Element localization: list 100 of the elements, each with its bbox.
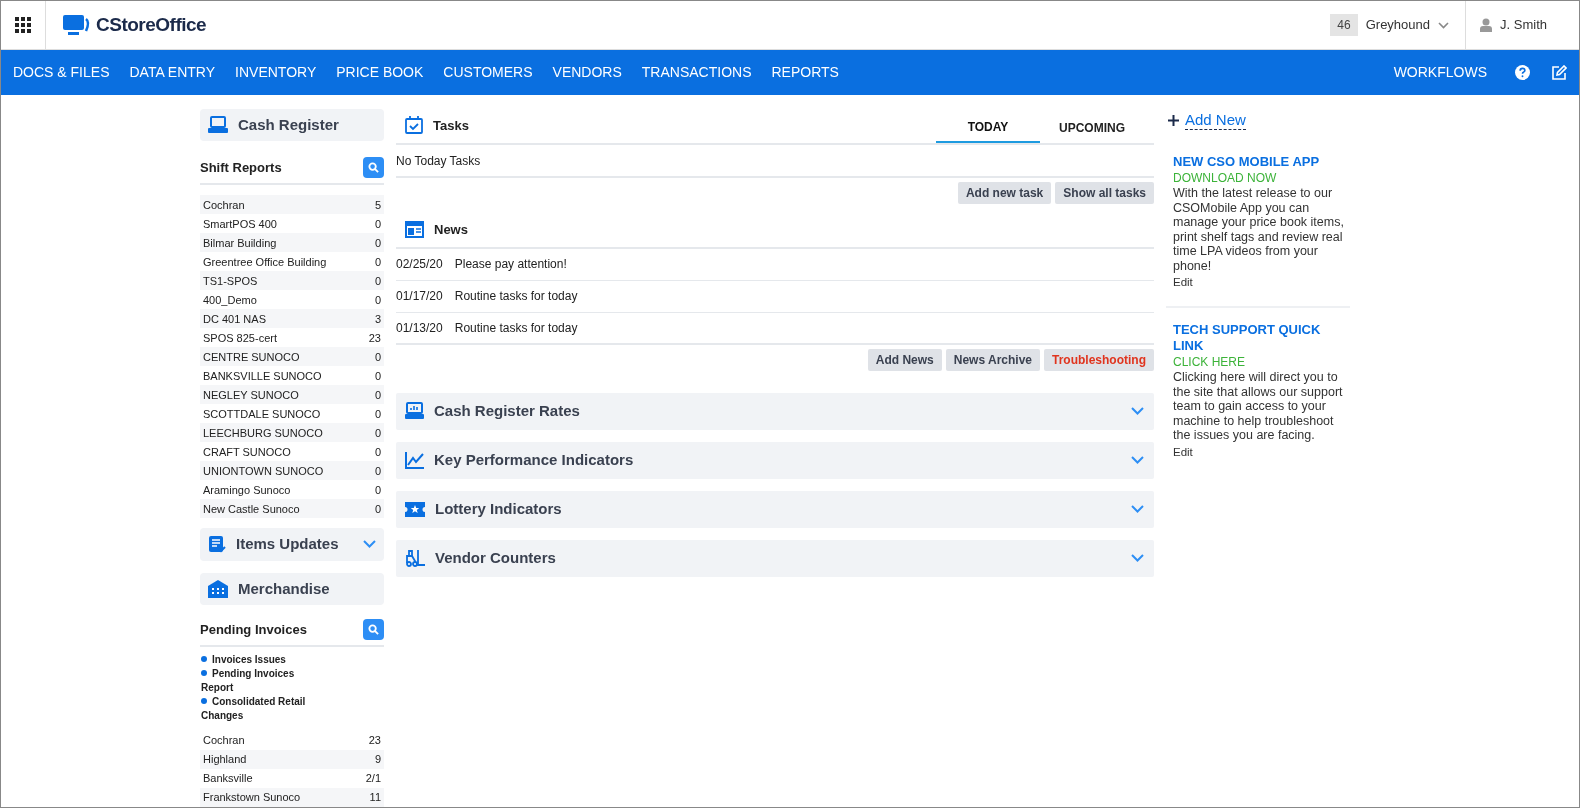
accordion-header[interactable]: Vendor Counters [396, 539, 1154, 577]
count: 0 [374, 292, 381, 308]
count: 0 [374, 444, 381, 460]
register-chart-icon [405, 402, 424, 420]
report-link[interactable]: Pending Invoices Report [200, 667, 325, 695]
news-row[interactable]: 01/17/20 Routine tasks for today [396, 280, 1154, 313]
plus-icon [1168, 115, 1179, 126]
app-title: CStoreOffice [96, 12, 207, 37]
user-icon [1480, 18, 1493, 32]
news-row[interactable]: 01/13/20 Routine tasks for today [396, 312, 1154, 345]
count: 9 [374, 752, 381, 768]
action-button[interactable]: Show all tasks [1055, 182, 1154, 204]
section-title: Items Updates [236, 534, 340, 555]
section-header[interactable]: Merchandise [200, 572, 384, 605]
user-name[interactable]: J. Smith [1500, 15, 1547, 35]
count: 0 [374, 254, 381, 270]
accordion-header[interactable]: Cash Register Rates [396, 392, 1154, 430]
action-button[interactable]: Add News [867, 348, 942, 371]
ticket-star-icon [405, 501, 425, 517]
section-heading: Shift Reports [200, 159, 282, 178]
report-link[interactable]: Consolidated Retail Changes [200, 695, 325, 723]
nav-link[interactable]: VENDORS [552, 62, 622, 83]
help-icon[interactable] [1515, 65, 1530, 80]
store-name: Banksville [203, 771, 253, 787]
section-title: Cash Register [238, 114, 339, 135]
section-title: Merchandise [238, 578, 330, 599]
search-button[interactable] [363, 157, 384, 179]
laptop-icon [208, 116, 228, 135]
section-heading: News [434, 221, 468, 239]
tab[interactable]: UPCOMING [1040, 113, 1144, 143]
edit-icon[interactable] [1551, 64, 1567, 81]
edit-link[interactable]: Edit [1173, 443, 1348, 460]
count: 0 [374, 501, 381, 517]
newspaper-icon [405, 221, 424, 239]
count: 5 [374, 197, 381, 213]
accordion-header[interactable]: Key Performance Indicators [396, 441, 1154, 479]
store-name: 400_Demo [203, 292, 257, 308]
nav-link[interactable]: DOCS & FILES [13, 62, 110, 83]
section-heading: Tasks [433, 116, 469, 135]
edit-link[interactable]: Edit [1173, 274, 1348, 290]
store-name: Cochran [203, 197, 245, 213]
nav-link[interactable]: WORKFLOWS [1393, 62, 1487, 83]
accordion-title: Lottery Indicators [435, 498, 563, 519]
count: 3 [374, 311, 381, 327]
document-check-icon [208, 535, 226, 554]
add-new-link[interactable]: Add New [1185, 111, 1246, 130]
store-count: 46 [1330, 14, 1358, 36]
count: 11 [369, 790, 381, 806]
store-name: UNIONTOWN SUNOCO [203, 463, 324, 479]
nav-link[interactable]: INVENTORY [235, 62, 317, 83]
action-button[interactable]: Add new task [957, 182, 1052, 204]
count: 0 [374, 387, 381, 403]
section-header[interactable]: Cash Register [200, 109, 384, 142]
calendar-check-icon [405, 116, 423, 135]
count: 0 [374, 235, 381, 251]
accordion-title: Vendor Counters [435, 547, 557, 568]
card-text: Clicking here will direct you to the site that allows our support team to gain access to your machine to help troubleshoot the issues you are facing. [1173, 370, 1344, 443]
search-icon [368, 162, 379, 174]
count: 0 [374, 273, 381, 289]
nav-link[interactable]: PRICE BOOK [336, 62, 424, 83]
count: 23 [368, 733, 381, 749]
store-name: DC 401 NAS [203, 311, 266, 327]
tab[interactable]: TODAY [936, 113, 1040, 143]
store-name: NEGLEY SUNOCO [203, 387, 299, 403]
nav-link[interactable]: TRANSACTIONS [641, 62, 752, 83]
action-button[interactable]: News Archive [945, 348, 1040, 371]
line-chart-icon [405, 451, 424, 469]
section-heading: Pending Invoices [200, 620, 307, 639]
store-selector[interactable]: Greyhound [1365, 15, 1450, 35]
store-name: Aramingo Sunoco [203, 482, 291, 498]
news-date: 01/17/20 [396, 288, 443, 305]
store-name: SCOTTDALE SUNOCO [203, 406, 321, 422]
card-text: With the latest release to our CSOMobile App you can manage your price book items, print shelf tags and review real time LPA videos from your phone! [1173, 186, 1345, 273]
store-name: TS1-SPOS [203, 273, 258, 289]
news-date: 01/13/20 [396, 319, 443, 337]
count: 23 [368, 330, 381, 346]
count: 0 [374, 406, 381, 422]
empty-message: No Today Tasks [396, 152, 481, 170]
count: 0 [374, 425, 381, 441]
store-name: CRAFT SUNOCO [203, 444, 291, 460]
store-name: SPOS 825-cert [203, 330, 277, 346]
nav-link[interactable]: REPORTS [771, 62, 839, 83]
news-title: Routine tasks for today [454, 319, 578, 337]
store-name: SmartPOS 400 [203, 216, 277, 232]
nav-link[interactable]: DATA ENTRY [129, 62, 216, 83]
news-title: Please pay attention! [454, 256, 567, 273]
count: 0 [374, 368, 381, 384]
apps-grid-icon[interactable] [15, 17, 31, 33]
card-title: NEW CSO MOBILE APP [1173, 154, 1321, 170]
report-link[interactable]: Invoices Issues [200, 653, 325, 667]
nav-link[interactable]: CUSTOMERS [443, 62, 533, 83]
chevron-down-icon [1438, 21, 1450, 29]
search-icon [368, 624, 379, 635]
news-row[interactable]: 02/25/20 Please pay attention! [396, 248, 1154, 281]
accordion-header[interactable]: Lottery Indicators [396, 490, 1154, 528]
search-button[interactable] [363, 619, 384, 640]
news-date: 02/25/20 [396, 256, 443, 273]
forklift-icon [405, 549, 425, 567]
section-header[interactable]: Items Updates [200, 528, 384, 561]
store-name: Greentree Office Building [203, 254, 327, 270]
